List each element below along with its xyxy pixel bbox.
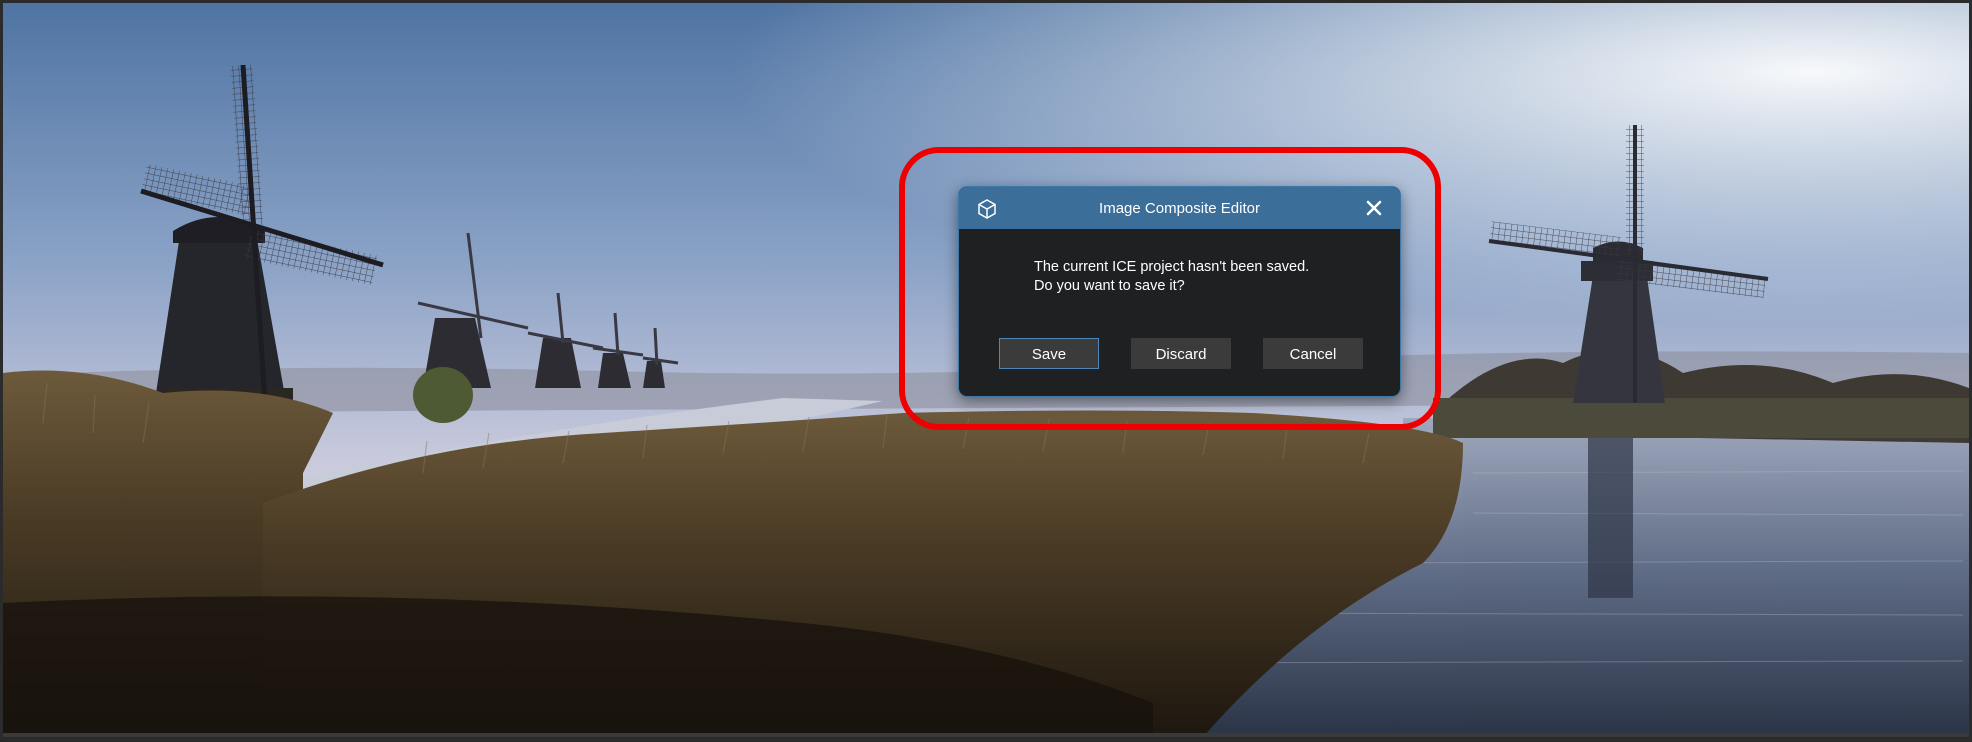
close-icon[interactable] xyxy=(1362,196,1386,220)
save-prompt-dialog: Image Composite Editor The current ICE p… xyxy=(958,186,1401,397)
screenshot-frame: Image Composite Editor The current ICE p… xyxy=(0,0,1972,742)
dialog-title: Image Composite Editor xyxy=(1099,200,1260,217)
save-button[interactable]: Save xyxy=(999,338,1099,369)
cancel-button[interactable]: Cancel xyxy=(1263,338,1363,369)
dialog-message: The current ICE project hasn't been save… xyxy=(1034,258,1309,296)
dialog-title-bar[interactable]: Image Composite Editor xyxy=(959,187,1400,229)
message-line-1: The current ICE project hasn't been save… xyxy=(1034,259,1310,275)
message-line-2: Do you want to save it? xyxy=(1034,278,1185,294)
discard-button[interactable]: Discard xyxy=(1131,338,1231,369)
